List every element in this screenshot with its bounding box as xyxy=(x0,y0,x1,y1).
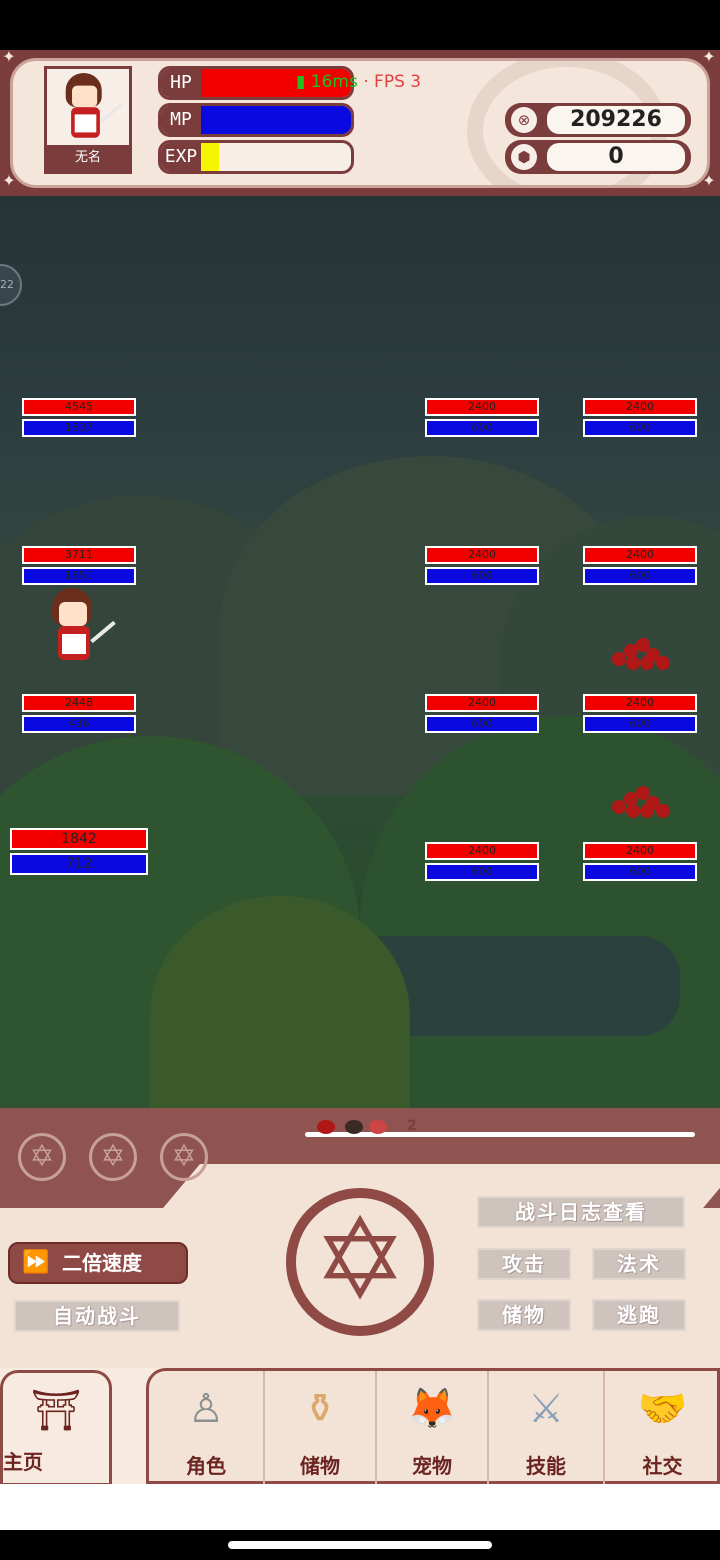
enemy-3-hp: 2400 xyxy=(425,546,539,564)
skill-slot-1-icon[interactable]: ✡ xyxy=(18,1133,66,1181)
nav-home[interactable]: ⛩ 主页 xyxy=(0,1370,112,1486)
turn-number: 2 xyxy=(407,1118,417,1134)
nav-storage-label: 储物 xyxy=(300,1454,340,1478)
nav-character[interactable]: ♙ 角色 xyxy=(149,1371,263,1487)
ally-1-mp: 1837 xyxy=(22,419,136,437)
enemy-2-mp: 600 xyxy=(583,419,697,437)
corner-star-icon: ✦ xyxy=(702,47,716,66)
gold-counter: ⊗ 209226 xyxy=(505,103,691,137)
nav-skills[interactable]: ⚔ 技能 xyxy=(487,1371,603,1487)
nav-social[interactable]: 🤝 社交 xyxy=(603,1371,720,1487)
nav-social-label: 社交 xyxy=(642,1454,683,1478)
temple-gate-icon: ⛩ xyxy=(30,1388,82,1434)
nav-pet[interactable]: 🦊 宠物 xyxy=(375,1371,487,1487)
exp-bar: EXP xyxy=(158,140,354,174)
nav-home-label: 主页 xyxy=(3,1450,43,1474)
gem-value: 0 xyxy=(547,143,685,171)
mp-bar: MP xyxy=(158,103,354,137)
status-bar xyxy=(0,0,720,50)
sword-icon: ⚔ xyxy=(528,1386,564,1432)
enemy-4-hp: 2400 xyxy=(583,546,697,564)
enemy-sprite[interactable] xyxy=(608,632,678,672)
enemy-5-mp: 600 xyxy=(425,715,539,733)
battle-field: 22 4545 1837 3711 1851 2448 436 1842 712… xyxy=(0,196,720,1108)
turn-timeline: 2 xyxy=(305,1118,695,1137)
separator: · xyxy=(363,72,369,92)
gold-value: 209226 xyxy=(547,106,685,134)
double-speed-button[interactable]: ⏩ 二倍速度 xyxy=(8,1242,188,1284)
enemy-6-hp: 2400 xyxy=(583,694,697,712)
enemy-7-hp: 2400 xyxy=(425,842,539,860)
enemy-5-hp: 2400 xyxy=(425,694,539,712)
side-menu-button[interactable]: 22 xyxy=(0,264,22,306)
signal-icon: ▮ xyxy=(296,72,306,92)
enemy-1-hp: 2400 xyxy=(425,398,539,416)
attack-button[interactable]: 攻击 xyxy=(477,1248,571,1280)
hp-label: HP xyxy=(161,69,201,97)
player-name: 无名 xyxy=(47,145,129,171)
exp-bar-fill xyxy=(201,143,219,171)
fox-icon: 🦊 xyxy=(407,1386,457,1432)
ally-3-hp: 2448 xyxy=(22,694,136,712)
player-avatar[interactable]: 无名 xyxy=(44,66,132,174)
gem-counter: ⬢ 0 xyxy=(505,140,691,174)
latency-text: 16ms xyxy=(310,72,358,92)
ally-4-hp: 1842 xyxy=(10,828,148,850)
corner-star-icon: ✦ xyxy=(2,171,16,190)
skill-slot-2-icon[interactable]: ✡ xyxy=(89,1133,137,1181)
exp-label: EXP xyxy=(161,143,201,171)
hero-turn-icon xyxy=(369,1120,387,1134)
player-hero-sprite[interactable] xyxy=(44,588,116,668)
magic-button[interactable]: 法术 xyxy=(592,1248,686,1280)
fast-forward-icon: ⏩ xyxy=(22,1250,50,1275)
enemy-8-mp: 600 xyxy=(583,863,697,881)
enemy-1-mp: 600 xyxy=(425,419,539,437)
nav-pet-label: 宠物 xyxy=(412,1454,452,1478)
home-indicator[interactable] xyxy=(228,1541,492,1549)
corner-star-icon: ✦ xyxy=(702,171,716,190)
gem-icon: ⬢ xyxy=(511,144,537,170)
network-status: ▮ 16ms · FPS 3 xyxy=(296,72,421,92)
corner-star-icon: ✦ xyxy=(2,47,16,66)
nav-storage[interactable]: ⚱ 储物 xyxy=(263,1371,375,1487)
auto-battle-button[interactable]: 自动战斗 xyxy=(14,1300,180,1332)
ally-1-hp: 4545 xyxy=(22,398,136,416)
bottom-nav: ⛩ 主页 ♙ 角色 ⚱ 储物 🦊 宠物 ⚔ 技能 🤝 社交 xyxy=(0,1368,720,1487)
nav-tabs: ♙ 角色 ⚱ 储物 🦊 宠物 ⚔ 技能 🤝 社交 xyxy=(146,1368,720,1487)
ally-2-hp: 3711 xyxy=(22,546,136,564)
coin-icon: ⊗ xyxy=(511,107,537,133)
avatar-sprite xyxy=(59,73,124,145)
character-figure-icon: ♙ xyxy=(188,1386,224,1432)
mp-bar-fill xyxy=(201,106,351,134)
battle-log-button[interactable]: 战斗日志查看 xyxy=(477,1196,685,1228)
ally-4-mp: 712 xyxy=(10,853,148,875)
nav-character-label: 角色 xyxy=(186,1454,226,1478)
enemy-turn-icon xyxy=(317,1120,335,1134)
enemy-4-mp: 600 xyxy=(583,567,697,585)
ally-3-mp: 436 xyxy=(22,715,136,733)
items-button[interactable]: 储物 xyxy=(477,1299,571,1331)
bag-icon: ⚱ xyxy=(303,1386,337,1432)
skill-slot-3-icon[interactable]: ✡ xyxy=(160,1133,208,1181)
ally-2-mp: 1851 xyxy=(22,567,136,585)
nav-skills-label: 技能 xyxy=(526,1454,566,1478)
enemy-6-mp: 600 xyxy=(583,715,697,733)
mp-label: MP xyxy=(161,106,201,134)
enemy-2-hp: 2400 xyxy=(583,398,697,416)
handshake-icon: 🤝 xyxy=(637,1386,688,1432)
speed-label: 二倍速度 xyxy=(62,1251,142,1275)
enemy-8-hp: 2400 xyxy=(583,842,697,860)
enemy-3-mp: 600 xyxy=(425,567,539,585)
enemy-7-mp: 600 xyxy=(425,863,539,881)
flee-button[interactable]: 逃跑 xyxy=(592,1299,686,1331)
enemy-sprite[interactable] xyxy=(608,780,678,820)
fps-text: FPS 3 xyxy=(374,72,422,92)
hexagram-emblem-icon: ✡ xyxy=(286,1188,434,1336)
pet-turn-icon xyxy=(345,1120,363,1134)
